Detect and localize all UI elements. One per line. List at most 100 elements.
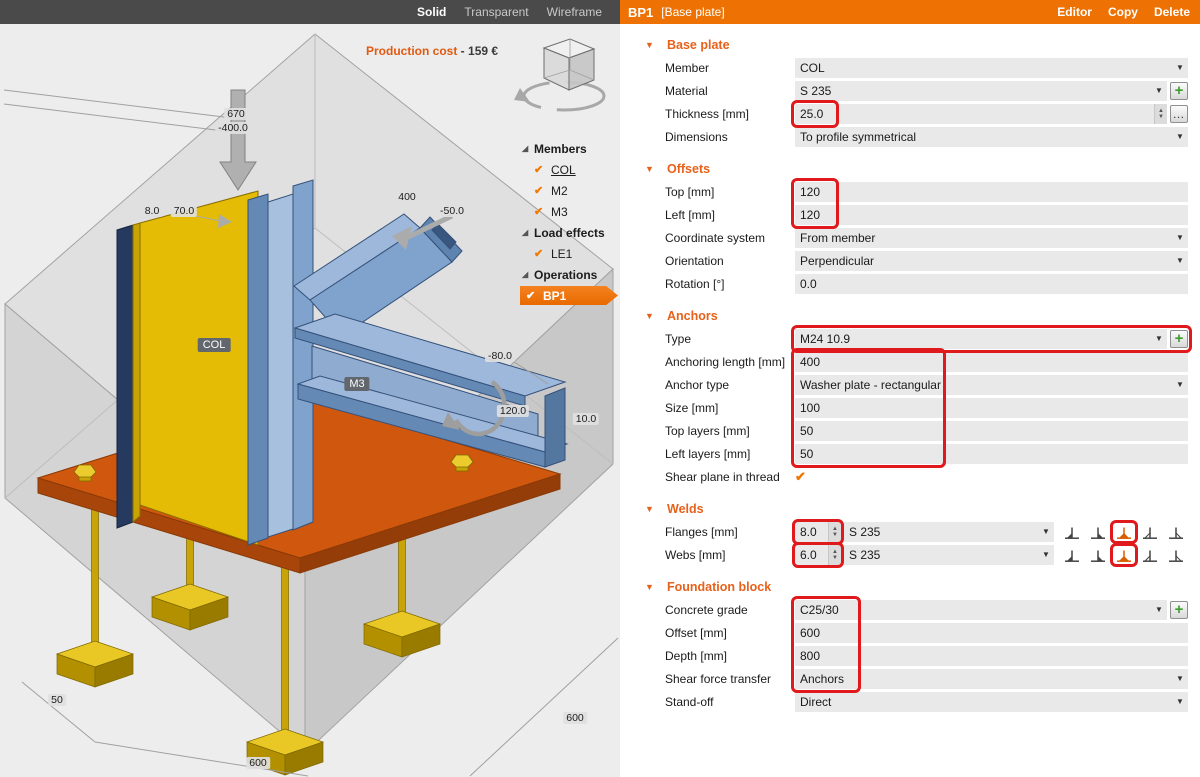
fillet-weld-both-sides-icon[interactable] xyxy=(1112,522,1136,542)
ctrl-anchlen: 400 xyxy=(795,352,1188,372)
editor-button[interactable]: Editor xyxy=(1057,5,1092,19)
flanges-size-input-spinner[interactable]: ▲▼ xyxy=(828,522,841,542)
concrete-add-button[interactable]: + xyxy=(1170,601,1188,619)
viewport-3d[interactable]: Solid Transparent Wireframe xyxy=(0,0,620,777)
butt-weld-left-icon[interactable] xyxy=(1138,545,1162,565)
shearplane-label: Shear plane in thread xyxy=(665,470,795,484)
member-select-dropdown-arrow-icon: ▼ xyxy=(1172,63,1188,72)
butt-weld-right-icon[interactable] xyxy=(1164,522,1188,542)
tree-item-label: COL xyxy=(551,163,576,177)
section-header-base-plate[interactable]: ▼Base plate xyxy=(620,34,1200,56)
section-header-offsets[interactable]: ▼Offsets xyxy=(620,158,1200,180)
tree-header-operations[interactable]: ◢Operations xyxy=(520,264,620,285)
webs-size-input-spinner[interactable]: ▲▼ xyxy=(828,545,841,565)
size-input[interactable]: 100 xyxy=(795,398,1188,418)
member-select[interactable]: COL▼ xyxy=(795,58,1188,78)
tree-header-members[interactable]: ◢Members xyxy=(520,138,620,159)
flanges-size-input[interactable]: 8.0▲▼ xyxy=(795,522,841,542)
row-offset: Offset [mm]600 xyxy=(620,621,1200,644)
view-mode-solid[interactable]: Solid xyxy=(417,5,446,19)
leftlayers-label: Left layers [mm] xyxy=(665,447,795,461)
webs-material-select[interactable]: S 235▼ xyxy=(844,545,1054,565)
section-header-anchors[interactable]: ▼Anchors xyxy=(620,305,1200,327)
stiffener-plate-3d[interactable] xyxy=(117,191,258,545)
butt-weld-right-icon[interactable] xyxy=(1164,545,1188,565)
navigation-cube[interactable] xyxy=(512,34,612,122)
section-header-foundation-block[interactable]: ▼Foundation block xyxy=(620,576,1200,598)
flanges-label: Flanges [mm] xyxy=(665,525,795,539)
view-mode-wireframe[interactable]: Wireframe xyxy=(547,5,602,19)
fillet-weld-both-sides-icon[interactable] xyxy=(1112,545,1136,565)
dimensions-select[interactable]: To profile symmetrical▼ xyxy=(795,127,1188,147)
leftlayers-input[interactable]: 50 xyxy=(795,444,1188,464)
anchtype-label: Anchor type xyxy=(665,378,795,392)
section-collapse-icon: ▼ xyxy=(645,311,667,321)
thickness-more-button[interactable]: … xyxy=(1170,105,1188,123)
fillet-weld-right-icon[interactable] xyxy=(1086,522,1110,542)
ctrl-leftlayers: 50 xyxy=(795,444,1188,464)
material-add-button[interactable]: + xyxy=(1170,82,1188,100)
tree-item-bp1[interactable]: ✔BP1 xyxy=(520,286,618,305)
section-title: Foundation block xyxy=(667,580,771,594)
row-rotation: Rotation [°]0.0 xyxy=(620,272,1200,295)
standoff-label: Stand-off xyxy=(665,695,795,709)
tree-item-m2[interactable]: ✔M2 xyxy=(520,180,620,201)
left-input[interactable]: 120 xyxy=(795,205,1188,225)
top-input-value: 120 xyxy=(795,185,1188,199)
row-shearplane: Shear plane in thread✔ xyxy=(620,465,1200,488)
thickness-input-spinner[interactable]: ▲▼ xyxy=(1154,104,1167,124)
top-input[interactable]: 120 xyxy=(795,182,1188,202)
shearplane-checkbox[interactable]: ✔ xyxy=(795,469,806,485)
panel-subtitle: [Base plate] xyxy=(661,5,724,19)
webs-size-input[interactable]: 6.0▲▼ xyxy=(795,545,841,565)
row-leftlayers: Left layers [mm]50 xyxy=(620,442,1200,465)
tree-item-m3[interactable]: ✔M3 xyxy=(520,201,620,222)
row-webs: Webs [mm]6.0▲▼S 235▼ xyxy=(620,543,1200,566)
flanges-material-select[interactable]: S 235▼ xyxy=(844,522,1054,542)
row-orientation: OrientationPerpendicular▼ xyxy=(620,249,1200,272)
production-cost: Production cost - 159 € xyxy=(366,44,498,58)
copy-button[interactable]: Copy xyxy=(1108,5,1138,19)
ctrl-concrete: C25/30▼+ xyxy=(795,600,1188,620)
scene-3d[interactable] xyxy=(0,24,620,777)
dimensions-label: Dimensions xyxy=(665,130,795,144)
row-depth: Depth [mm]800 xyxy=(620,644,1200,667)
tree-collapse-icon: ◢ xyxy=(520,144,534,153)
type-select[interactable]: M24 10.9▼ xyxy=(795,329,1167,349)
type-add-button[interactable]: + xyxy=(1170,330,1188,348)
depth-input[interactable]: 800 xyxy=(795,646,1188,666)
toplayers-input[interactable]: 50 xyxy=(795,421,1188,441)
fillet-weld-left-icon[interactable] xyxy=(1060,522,1084,542)
material-select[interactable]: S 235▼ xyxy=(795,81,1167,101)
offset-input[interactable]: 600 xyxy=(795,623,1188,643)
thickness-input[interactable]: 25.0▲▼ xyxy=(795,104,1167,124)
anchtype-select[interactable]: Washer plate - rectangular▼ xyxy=(795,375,1188,395)
tree-header-load-effects[interactable]: ◢Load effects xyxy=(520,222,620,243)
column-col-3d[interactable] xyxy=(248,180,313,545)
row-size: Size [mm]100 xyxy=(620,396,1200,419)
concrete-select[interactable]: C25/30▼ xyxy=(795,600,1167,620)
rotation-label: Rotation [°] xyxy=(665,277,795,291)
check-icon: ✔ xyxy=(534,205,551,218)
section-header-welds[interactable]: ▼Welds xyxy=(620,498,1200,520)
butt-weld-left-icon[interactable] xyxy=(1138,522,1162,542)
anchlen-input[interactable]: 400 xyxy=(795,352,1188,372)
view-mode-buttons: Solid Transparent Wireframe xyxy=(417,5,620,19)
rotation-input[interactable]: 0.0 xyxy=(795,274,1188,294)
orientation-select[interactable]: Perpendicular▼ xyxy=(795,251,1188,271)
tree-item-le1[interactable]: ✔LE1 xyxy=(520,243,620,264)
row-coordsys: Coordinate systemFrom member▼ xyxy=(620,226,1200,249)
section-title: Base plate xyxy=(667,38,730,52)
coordsys-select[interactable]: From member▼ xyxy=(795,228,1188,248)
ctrl-member: COL▼ xyxy=(795,58,1188,78)
view-mode-transparent[interactable]: Transparent xyxy=(464,5,528,19)
sheartransfer-select[interactable]: Anchors▼ xyxy=(795,669,1188,689)
delete-button[interactable]: Delete xyxy=(1154,5,1190,19)
fillet-weld-left-icon[interactable] xyxy=(1060,545,1084,565)
standoff-select[interactable]: Direct▼ xyxy=(795,692,1188,712)
ctrl-offset: 600 xyxy=(795,623,1188,643)
tree-item-col[interactable]: ✔COL xyxy=(520,159,620,180)
row-flanges: Flanges [mm]8.0▲▼S 235▼ xyxy=(620,520,1200,543)
fillet-weld-right-icon[interactable] xyxy=(1086,545,1110,565)
ctrl-sheartransfer: Anchors▼ xyxy=(795,669,1188,689)
